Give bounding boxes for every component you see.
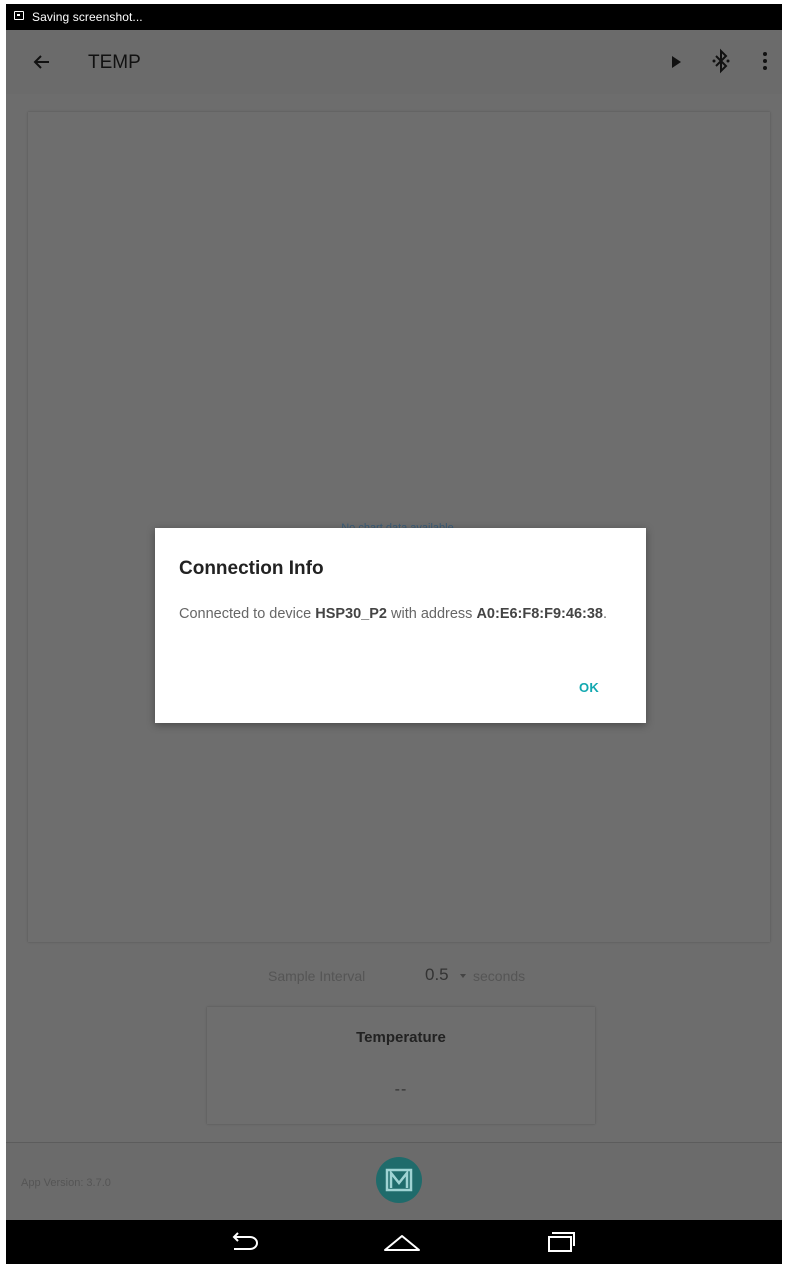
navigation-bar [6,1220,782,1264]
temperature-label: Temperature [356,1029,446,1046]
sample-interval-unit: seconds [473,968,526,984]
ok-button[interactable]: OK [579,680,599,695]
play-icon[interactable] [672,56,681,68]
status-bar: Saving screenshot... [6,4,782,30]
page-title: TEMP [88,52,141,73]
app-version: App Version: 3.7.0 [21,1177,111,1189]
bluetooth-icon[interactable] [710,48,732,74]
back-nav-icon[interactable] [224,1228,264,1256]
recents-nav-icon[interactable] [540,1228,580,1256]
more-options-icon[interactable] [762,52,768,72]
back-arrow-icon[interactable] [28,48,56,76]
temperature-card: Temperature -- [207,1007,595,1124]
maxim-logo-icon [376,1157,422,1203]
status-text: Saving screenshot... [32,10,143,24]
device-name: HSP30_P2 [315,606,387,622]
sample-interval-row: Sample Interval 0.5 seconds [6,962,782,992]
message-prefix: Connected to device [179,606,316,622]
dropdown-arrow-icon[interactable] [460,974,466,978]
message-suffix: . [602,606,607,622]
footer: App Version: 3.7.0 [6,1142,782,1223]
device-address: A0:E6:F8:F9:46:38 [476,606,603,622]
sample-interval-label: Sample Interval [268,968,366,984]
dialog-message: Connected to device HSP30_P2 with addres… [179,604,619,625]
dialog-title: Connection Info [179,558,324,579]
device-screen: Saving screenshot... TEMP No chart data … [6,4,782,1264]
chart-area: No chart data available. [28,112,770,942]
app-bar: TEMP [6,30,782,94]
screenshot-icon [14,11,24,20]
home-nav-icon[interactable] [382,1228,422,1256]
sample-interval-select[interactable]: 0.5 [425,965,449,985]
message-middle: with address [386,606,477,622]
connection-info-dialog: Connection Info Connected to device HSP3… [155,528,646,723]
temperature-value: -- [394,1081,408,1098]
